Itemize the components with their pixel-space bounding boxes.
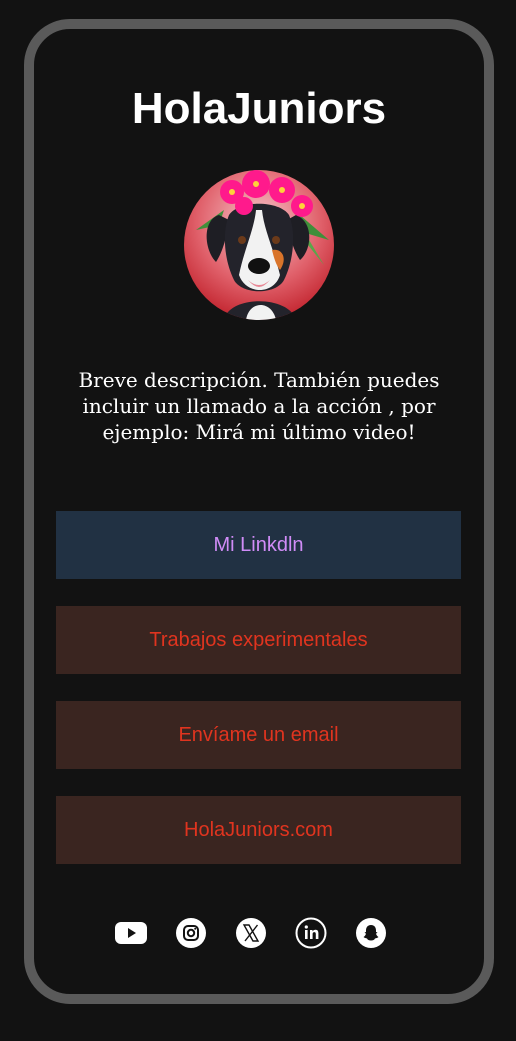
website-link-button[interactable]: HolaJuniors.com — [56, 796, 461, 864]
avatar — [184, 170, 334, 320]
page-title: HolaJuniors — [131, 84, 387, 133]
trabajos-experimentales-button[interactable]: Trabajos experimentales — [56, 606, 461, 674]
phone-frame: HolaJuniors Breve descripción. También p… — [24, 19, 494, 1004]
x-icon[interactable] — [235, 917, 267, 949]
instagram-icon[interactable] — [175, 917, 207, 949]
snapchat-icon[interactable] — [355, 917, 387, 949]
youtube-icon[interactable] — [115, 917, 147, 949]
social-icons-bar — [34, 917, 484, 949]
linkedin-icon[interactable] — [295, 917, 327, 949]
linkedin-link-button[interactable]: Mi Linkdln — [56, 511, 461, 579]
dog-avatar-image — [184, 170, 334, 320]
email-button[interactable]: Envíame un email — [56, 701, 461, 769]
profile-description: Breve descripción. También puedes inclui… — [78, 368, 440, 444]
